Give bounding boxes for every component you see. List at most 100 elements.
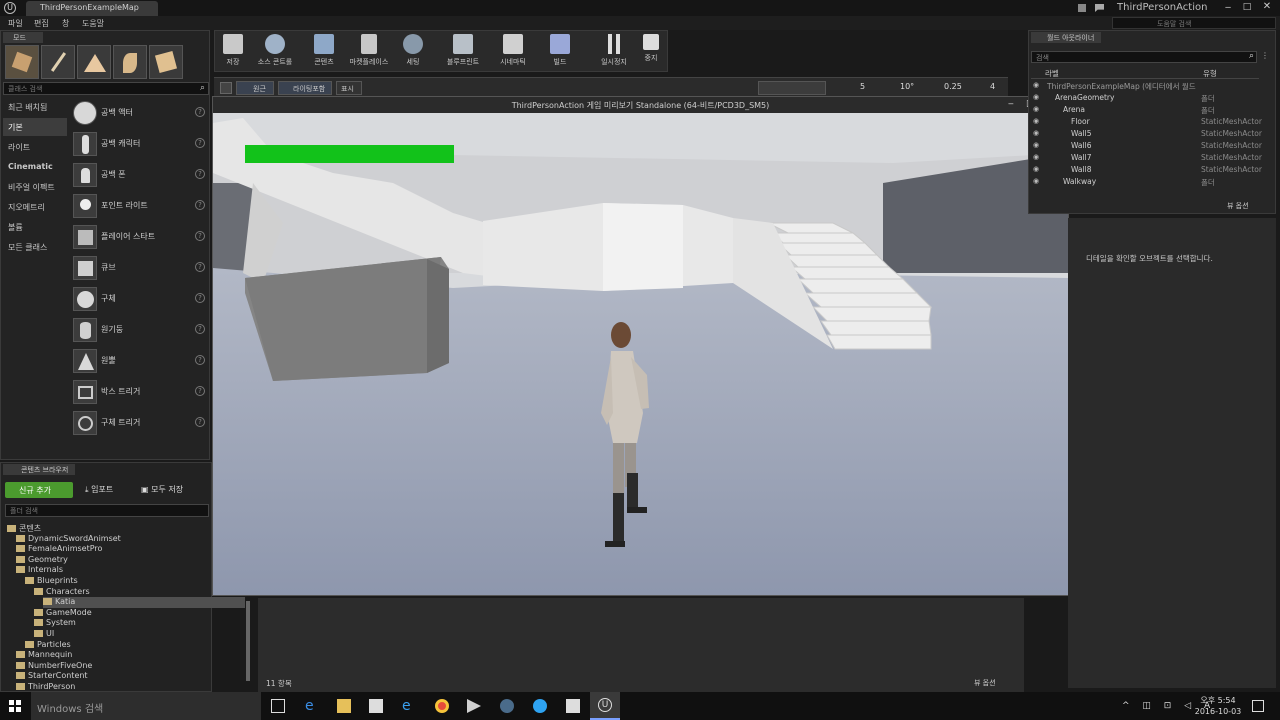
feedback-icon[interactable] [1095, 4, 1104, 12]
folder-tree-item[interactable]: UI [34, 629, 54, 640]
folder-tree-item[interactable]: Particles [25, 640, 71, 651]
clock-time[interactable]: 오후 5:54 [1200, 695, 1236, 706]
visibility-eye-icon[interactable]: ◉ [1033, 141, 1039, 149]
help-icon[interactable]: ? [195, 169, 205, 179]
visibility-eye-icon[interactable]: ◉ [1033, 105, 1039, 113]
level-tab[interactable]: ThirdPersonExampleMap [26, 1, 158, 16]
save-all-button[interactable]: ▣ 모두 저장 [141, 484, 183, 495]
rotation-snap-value[interactable]: 10° [900, 82, 914, 91]
skype-icon[interactable] [533, 699, 547, 713]
settings-button[interactable]: 세팅 [399, 34, 427, 72]
folder-tree-item[interactable]: StarterContent [16, 671, 88, 682]
perspective-button[interactable]: 원근 [236, 81, 274, 95]
folder-tree-item[interactable]: Geometry [16, 555, 68, 566]
folder-tree-item[interactable]: Katia [43, 597, 245, 609]
visibility-eye-icon[interactable]: ◉ [1033, 177, 1039, 185]
minimize-button[interactable]: ‒ [1221, 2, 1235, 14]
outliner-row[interactable]: ◉ Wall5 StaticMeshActor [1031, 129, 1269, 141]
actor-cylinder[interactable]: 원기둥? [69, 315, 209, 345]
category-lights[interactable]: 라이트 [3, 138, 67, 156]
folder-tree-item[interactable]: DynamicSwordAnimset [16, 534, 121, 545]
visibility-eye-icon[interactable]: ◉ [1033, 81, 1039, 89]
actor-empty-pawn[interactable]: 공백 폰? [69, 160, 209, 190]
actor-box-trigger[interactable]: 박스 트리거? [69, 377, 209, 407]
actor-sphere[interactable]: 구체? [69, 284, 209, 314]
game-viewport[interactable] [213, 113, 1068, 595]
steam-icon[interactable] [500, 699, 514, 713]
source-control-button[interactable]: 소스 콘트롤 [253, 34, 297, 72]
actor-empty-character[interactable]: 공백 캐릭터? [69, 129, 209, 159]
stop-button[interactable]: 중지 [639, 34, 663, 72]
foliage-mode-button[interactable] [113, 45, 147, 79]
outliner-row[interactable]: ◉ Walkway 폴더 [1031, 177, 1269, 189]
outliner-row[interactable]: ◉ ArenaGeometry 폴더 [1031, 93, 1269, 105]
category-all-classes[interactable]: 모든 클래스 [3, 238, 67, 256]
col-type-header[interactable]: 유형 [1203, 68, 1217, 79]
folder-tree-item[interactable]: FemaleAnimsetPro [16, 544, 102, 555]
game-minimize-button[interactable]: ‒ [1008, 99, 1014, 109]
help-icon[interactable]: ? [195, 324, 205, 334]
visibility-eye-icon[interactable]: ◉ [1033, 117, 1039, 125]
windows-search-box[interactable]: Windows 검색 [31, 692, 261, 720]
help-icon[interactable]: ? [195, 200, 205, 210]
folder-tree-item[interactable]: Mannequin [16, 650, 72, 661]
outliner-row[interactable]: ◉ Floor StaticMeshActor [1031, 117, 1269, 129]
category-volumes[interactable]: 볼륨 [3, 218, 67, 236]
close-button[interactable]: ✕ [1260, 1, 1274, 13]
outliner-row[interactable]: ◉ Wall7 StaticMeshActor [1031, 153, 1269, 165]
actor-point-light[interactable]: 포인트 라이트? [69, 191, 209, 221]
actor-sphere-trigger[interactable]: 구체 트리거? [69, 408, 209, 438]
outliner-row[interactable]: ◉ Wall6 StaticMeshActor [1031, 141, 1269, 153]
asset-view[interactable]: 11 항목 뷰 옵션 [258, 598, 1024, 692]
outliner-search-input[interactable]: 검색 ⌕ [1031, 51, 1257, 63]
help-icon[interactable]: ? [195, 386, 205, 396]
geometry-mode-button[interactable] [149, 45, 183, 79]
content-button[interactable]: 콘텐츠 [311, 34, 337, 72]
class-search-input[interactable]: 클래스 검색 ⌕ [3, 82, 209, 95]
category-visual-effects[interactable]: 비주얼 이펙트 [3, 178, 67, 196]
help-icon[interactable]: ? [195, 262, 205, 272]
media-player-icon[interactable] [467, 699, 481, 713]
game-preview-window[interactable]: ThirdPersonAction 게임 미리보기 Standalone (64… [212, 96, 1069, 596]
notifications-icon[interactable] [1252, 700, 1264, 712]
content-browser-tab[interactable]: 콘텐츠 브라우저 [3, 464, 75, 475]
scale-snap-value[interactable]: 0.25 [944, 82, 962, 91]
visibility-eye-icon[interactable]: ◉ [1033, 165, 1039, 173]
place-mode-button[interactable] [5, 45, 39, 79]
viewport-options-button[interactable] [220, 82, 232, 94]
help-icon[interactable]: ? [195, 231, 205, 241]
import-button[interactable]: ⤓ 임포트 [85, 484, 113, 495]
help-icon[interactable]: ? [195, 417, 205, 427]
help-icon[interactable]: ? [195, 293, 205, 303]
ie-icon[interactable]: e [402, 699, 416, 713]
col-label-header[interactable]: 라벨 [1045, 68, 1059, 79]
category-cinematic[interactable]: Cinematic [3, 158, 67, 176]
category-recent[interactable]: 최근 배치됨 [3, 98, 67, 116]
store-icon[interactable] [369, 699, 383, 713]
help-icon[interactable]: ? [195, 138, 205, 148]
folder-tree-item[interactable]: GameMode [34, 608, 92, 619]
help-search-input[interactable]: 도움말 검색 [1112, 17, 1276, 29]
menu-file[interactable]: 파일 [8, 18, 23, 29]
file-explorer-icon[interactable] [337, 699, 351, 713]
folder-tree-item[interactable]: Characters [34, 587, 90, 598]
help-icon[interactable]: ? [195, 107, 205, 117]
transform-tools[interactable] [758, 81, 826, 95]
save-button[interactable]: 저장 [219, 34, 247, 72]
add-new-button[interactable]: 신규 추가 [5, 482, 73, 498]
grid-snap-value[interactable]: 5 [860, 82, 865, 91]
blueprints-button[interactable]: 블루프린트 [443, 34, 483, 72]
asset-view-options[interactable]: 뷰 옵션 [974, 678, 996, 688]
marketplace-button[interactable]: 마켓플레이스 [345, 34, 393, 72]
actor-cone[interactable]: 원뿔? [69, 346, 209, 376]
windows-start-icon[interactable] [9, 700, 21, 712]
menu-edit[interactable]: 편집 [34, 18, 49, 29]
outliner-view-options[interactable]: 뷰 옵션 [1227, 201, 1249, 211]
visibility-eye-icon[interactable]: ◉ [1033, 153, 1039, 161]
outliner-row[interactable]: ◉ Arena 폴더 [1031, 105, 1269, 117]
modes-tab[interactable]: 모드 [3, 32, 43, 43]
actor-empty-actor[interactable]: 공백 액터? [69, 98, 209, 128]
build-button[interactable]: 빌드 [547, 34, 573, 72]
camera-speed-value[interactable]: 4 [990, 82, 995, 91]
visibility-eye-icon[interactable]: ◉ [1033, 129, 1039, 137]
